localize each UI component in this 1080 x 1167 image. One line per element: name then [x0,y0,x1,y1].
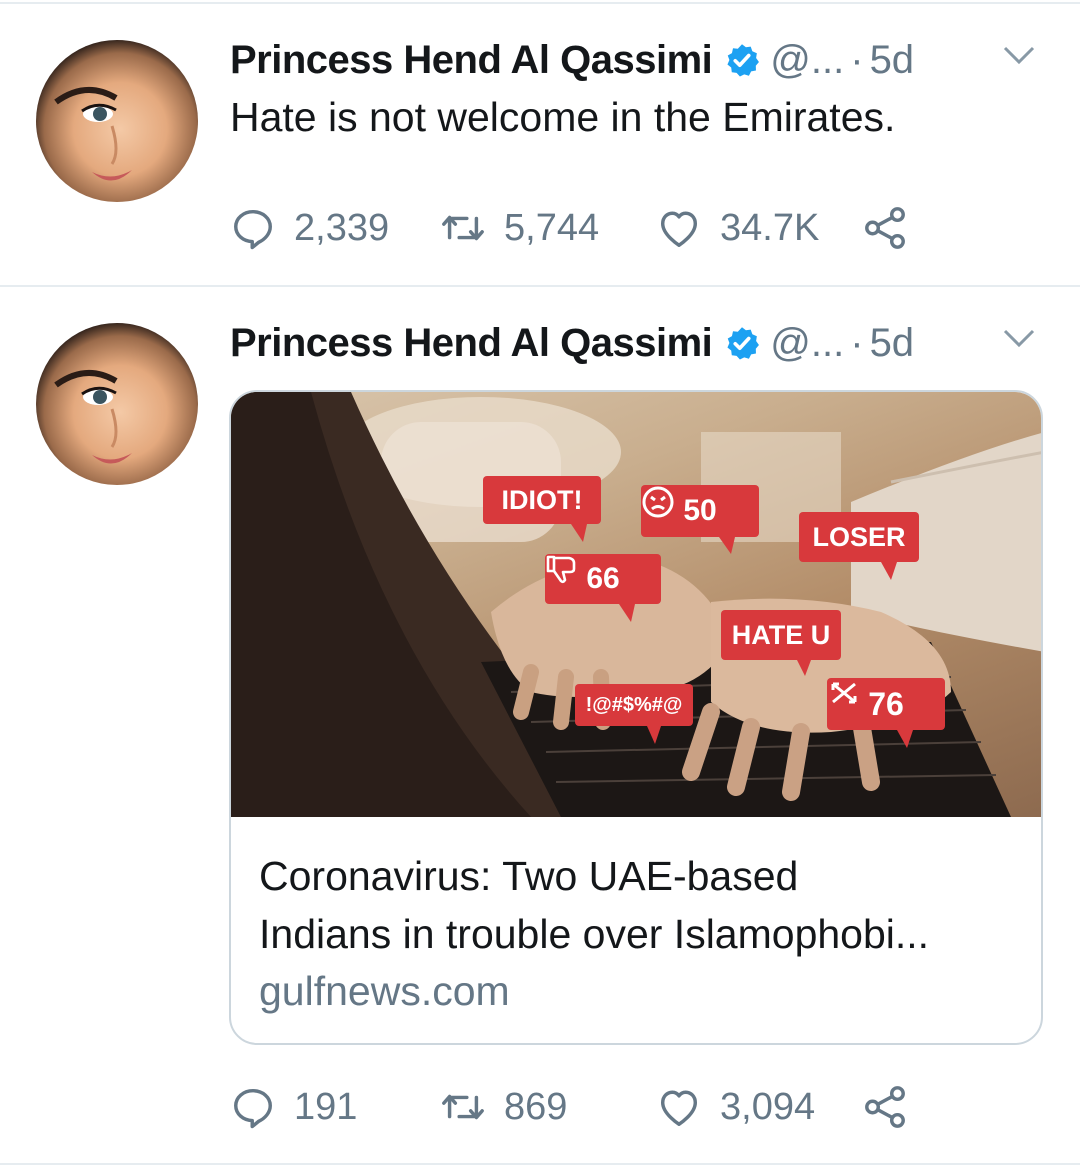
tweet-header: Princess Hend Al Qassimi @... · 5d [230,30,1050,90]
retweet-button[interactable]: 869 [440,1082,567,1132]
like-count: 3,094 [720,1085,816,1128]
bubble-idiot: IDIOT! [483,476,601,524]
author-handle[interactable]: @... [770,38,844,83]
tweet-actions: 2,339 5,744 34.7K [230,203,1050,253]
chevron-down-icon[interactable] [1002,327,1036,349]
reply-button[interactable]: 191 [230,1082,357,1132]
tweet-timestamp[interactable]: 5d [870,321,915,366]
like-count: 34.7K [720,206,820,249]
retweet-button[interactable]: 5,744 [440,203,599,253]
share-icon [865,207,905,249]
link-preview-card[interactable]: IDIOT! 50 LOSER 66 HATE U !@#$%#@ 76 Cor… [229,390,1043,1045]
bubble-dislike: 66 [545,554,661,604]
author-avatar[interactable] [36,323,198,485]
author-avatar[interactable] [36,40,198,202]
verified-badge-icon [727,44,760,77]
tweet-actions: 191 869 3,094 [230,1082,1050,1132]
author-handle[interactable]: @... [770,321,844,366]
separator-dot: · [850,320,864,365]
verified-badge-icon [727,327,760,360]
retweet-icon [442,215,484,241]
author-name[interactable]: Princess Hend Al Qassimi [230,321,713,366]
chevron-down-icon[interactable] [1002,44,1036,66]
retweet-count: 5,744 [504,206,600,249]
link-card-domain: gulfnews.com [259,968,510,1014]
reply-count: 2,339 [294,206,390,249]
angry-face-icon [642,486,674,518]
bubble-hate-u: HATE U [721,610,841,660]
tweet-text: Hate is not welcome in the Emirates. [230,94,896,140]
cross-arrows-icon [831,682,857,704]
share-button[interactable] [862,203,908,253]
tweet-timestamp[interactable]: 5d [870,38,915,83]
heart-icon [660,1090,698,1126]
share-icon [865,1086,905,1128]
bubble-cross: 76 [827,678,945,730]
reply-count: 191 [294,1085,358,1128]
share-button[interactable] [862,1082,908,1132]
link-preview-image: IDIOT! 50 LOSER 66 HATE U !@#$%#@ 76 [231,392,1041,817]
link-card-title[interactable]: Coronavirus: Two UAE-based Indians in tr… [259,847,1019,963]
separator-dot: · [850,37,864,82]
bottom-divider [0,1163,1080,1165]
bubble-symbols: !@#$%#@ [575,684,693,726]
bubble-loser: LOSER [799,512,919,562]
thumbs-down-icon [546,555,576,584]
retweet-icon [442,1094,484,1120]
like-button[interactable]: 34.7K [656,203,819,253]
bubble-angry: 50 [641,485,759,537]
tweet-header: Princess Hend Al Qassimi @... · 5d [230,313,1050,373]
reply-icon [234,209,272,250]
link-card-title-line-1: Coronavirus: Two UAE-based [259,853,799,899]
author-name[interactable]: Princess Hend Al Qassimi [230,38,713,83]
link-card-title-line-2: Indians in trouble over Islamophobi... [259,911,930,957]
like-button[interactable]: 3,094 [656,1082,815,1132]
heart-icon [660,211,698,247]
reply-button[interactable]: 2,339 [230,203,389,253]
tweet-1[interactable]: Princess Hend Al Qassimi @... · 5d Hate … [0,0,1080,286]
reply-icon [234,1088,272,1129]
retweet-count: 869 [504,1085,568,1128]
